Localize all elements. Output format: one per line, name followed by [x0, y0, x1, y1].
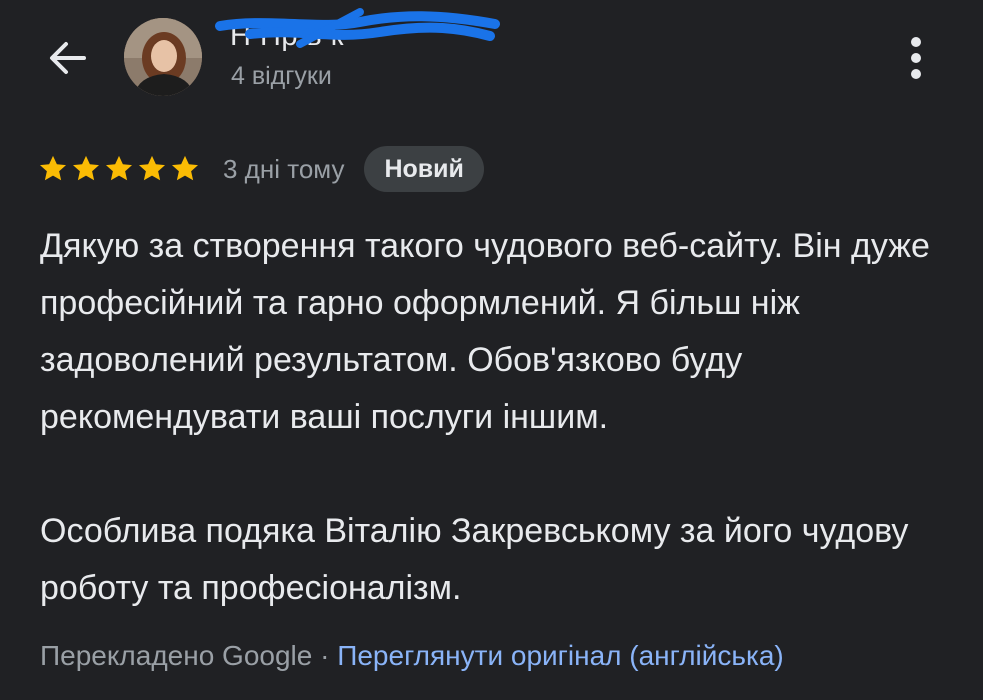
review-meta: 3 дні тому Новий: [38, 146, 484, 192]
star-icon: [139, 155, 165, 181]
arrow-back-icon: [50, 42, 86, 74]
star-icon: [106, 155, 132, 181]
new-badge: Новий: [364, 146, 484, 192]
review-paragraph: Особлива подяка Віталію Закревському за …: [40, 512, 909, 607]
more-vert-icon: [911, 37, 921, 79]
star-icon: [73, 155, 99, 181]
see-original-link[interactable]: Переглянути оригінал (англійська): [337, 640, 784, 671]
avatar[interactable]: [124, 18, 202, 96]
back-button[interactable]: [40, 30, 96, 86]
star-icon: [40, 155, 66, 181]
star-rating: [38, 154, 203, 184]
translated-by-label: Перекладено Google: [40, 640, 313, 671]
review-paragraph: Дякую за створення такого чудового веб-с…: [40, 227, 930, 436]
review-header: Н Пр ь к 4 відгуки: [0, 0, 983, 120]
author-name[interactable]: Н Пр ь к: [230, 20, 344, 53]
translation-info: Перекладено Google · Переглянути оригіна…: [40, 640, 784, 672]
more-options-button[interactable]: [890, 30, 942, 86]
review-body: Дякую за створення такого чудового веб-с…: [40, 218, 950, 617]
star-icon: [172, 155, 198, 181]
profile-photo: [124, 18, 202, 96]
separator-dot: ·: [312, 640, 338, 671]
review-count: 4 відгуки: [231, 62, 332, 90]
review-time: 3 дні тому: [223, 153, 345, 184]
